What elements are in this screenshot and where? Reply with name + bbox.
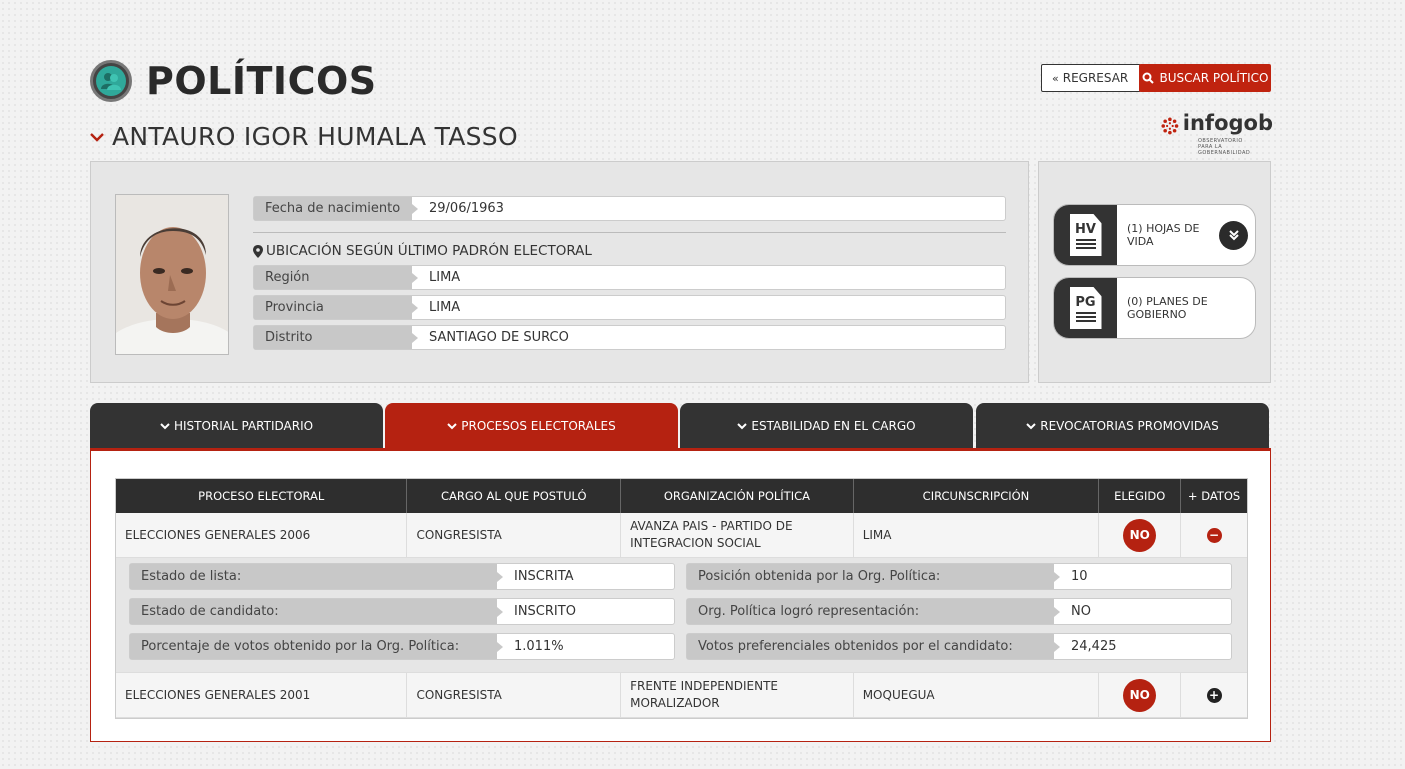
chevron-down-icon (737, 419, 748, 433)
tab-procesos-electorales[interactable]: PROCESOS ELECTORALES (385, 403, 678, 448)
politicians-icon (90, 60, 132, 102)
region-field: Región LIMA (253, 265, 1006, 290)
cell-organizacion: FRENTE INDEPENDIENTE MORALIZADOR (621, 673, 854, 717)
planes-de-gobierno-label: (0) PLANES DE GOBIERNO (1127, 295, 1208, 321)
column-header: CIRCUNSCRIPCIÓN (854, 479, 1100, 513)
back-button[interactable]: « REGRESAR (1041, 64, 1142, 92)
divider (253, 232, 1006, 233)
provincia-field: Provincia LIMA (253, 295, 1006, 320)
tab-estabilidad-en-el-cargo[interactable]: ESTABILIDAD EN EL CARGO (680, 403, 973, 448)
map-marker-icon (253, 244, 263, 258)
documents-panel: HV (1) HOJAS DE VIDA PG (0) PLANES DE GO… (1038, 161, 1271, 383)
hojas-de-vida-label: (1) HOJAS DE VIDA (1127, 222, 1200, 248)
chevron-down-icon (1026, 419, 1036, 433)
row-details-panel: Estado de lista: INSCRITA Estado de cand… (116, 558, 1247, 673)
expand-icon[interactable] (1219, 220, 1248, 250)
person-name-row: ANTAURO IGOR HUMALA TASSO (90, 122, 518, 151)
porcentaje-votos-field: Porcentaje de votos obtenido por la Org.… (129, 633, 675, 660)
representacion-field: Org. Política logró representación: NO (686, 598, 1232, 625)
table-row: ELECCIONES GENERALES 2006 CONGRESISTA AV… (116, 513, 1247, 558)
region-label: Región (254, 266, 418, 289)
table-header: PROCESO ELECTORAL CARGO AL QUE POSTULÓ O… (116, 479, 1247, 513)
birth-date-field: Fecha de nacimiento 29/06/1963 (253, 196, 1006, 221)
elected-status-badge: NO (1123, 518, 1157, 552)
estado-candidato-field: Estado de candidato: INSCRITO (129, 598, 675, 625)
posicion-field: Posición obtenida por la Org. Política: … (686, 563, 1232, 590)
cell-circunscripcion: LIMA (854, 513, 1100, 557)
chevron-down-icon (90, 127, 104, 146)
double-chevron-left-icon: « (1052, 71, 1059, 85)
tab-revocatorias-promovidas[interactable]: REVOCATORIAS PROMOVIDAS (976, 403, 1269, 448)
column-header: + DATOS (1187, 489, 1241, 503)
birth-date-value: 29/06/1963 (429, 201, 504, 216)
document-pg-icon: PG (1054, 278, 1117, 338)
cell-elegido: NO (1099, 513, 1182, 557)
logo-word: infogob (1182, 111, 1273, 135)
electoral-processes-table: PROCESO ELECTORAL CARGO AL QUE POSTULÓ O… (115, 478, 1248, 719)
cell-datos: − (1181, 513, 1247, 557)
cell-organizacion: AVANZA PAIS - PARTIDO DE INTEGRACION SOC… (621, 513, 854, 557)
estado-lista-field: Estado de lista: INSCRITA (129, 563, 675, 590)
cell-circunscripcion: MOQUEGUA (854, 673, 1100, 717)
infogob-logo-mark (1161, 117, 1179, 135)
search-button-label: BUSCAR POLÍTICO (1159, 71, 1269, 85)
page-title: POLÍTICOS (146, 59, 377, 103)
expand-details-icon[interactable]: + (1206, 687, 1222, 703)
location-heading: UBICACIÓN SEGÚN ÚLTIMO PADRÓN ELECTORAL (253, 243, 592, 259)
back-button-label: REGRESAR (1062, 71, 1129, 85)
infogob-logo[interactable]: infogob OBSERVATORIO PARA LA GOBERNABILI… (1161, 110, 1273, 156)
column-header: CARGO AL QUE POSTULÓ (407, 479, 622, 513)
distrito-field: Distrito SANTIAGO DE SURCO (253, 325, 1006, 350)
personal-info-panel: Fecha de nacimiento 29/06/1963 UBICACIÓN… (90, 161, 1029, 383)
cell-cargo: CONGRESISTA (407, 513, 622, 557)
tab-content-procesos: PROCESO ELECTORAL CARGO AL QUE POSTULÓ O… (90, 448, 1271, 742)
chevron-down-icon (447, 419, 457, 433)
cell-elegido: NO (1099, 673, 1182, 717)
collapse-details-icon[interactable]: − (1206, 527, 1222, 543)
tab-historial-partidario[interactable]: HISTORIAL PARTIDARIO (90, 403, 383, 448)
provincia-label: Provincia (254, 296, 418, 319)
column-header: ORGANIZACIÓN POLÍTICA (621, 479, 854, 513)
planes-de-gobierno-button[interactable]: PG (0) PLANES DE GOBIERNO (1053, 277, 1256, 339)
document-hv-icon: HV (1054, 205, 1117, 265)
column-header: PROCESO ELECTORAL (116, 479, 408, 513)
page-header: POLÍTICOS (90, 58, 377, 104)
distrito-label: Distrito (254, 326, 418, 349)
distrito-value: SANTIAGO DE SURCO (429, 330, 569, 345)
table-row: ELECCIONES GENERALES 2001 CONGRESISTA FR… (116, 673, 1247, 718)
provincia-value: LIMA (429, 300, 461, 315)
elected-status-badge: NO (1123, 678, 1157, 712)
hojas-de-vida-button[interactable]: HV (1) HOJAS DE VIDA (1053, 204, 1256, 266)
cell-cargo: CONGRESISTA (407, 673, 622, 717)
cell-proceso: ELECCIONES GENERALES 2006 (116, 513, 408, 557)
chevron-down-icon (160, 419, 170, 433)
person-photo (115, 194, 229, 355)
votos-preferenciales-field: Votos preferenciales obtenidos por el ca… (686, 633, 1232, 660)
logo-subtitle: OBSERVATORIO PARA LA GOBERNABILIDAD (1198, 138, 1251, 156)
cell-proceso: ELECCIONES GENERALES 2001 (116, 673, 408, 717)
region-value: LIMA (429, 270, 461, 285)
birth-date-label: Fecha de nacimiento (254, 197, 418, 220)
search-icon (1142, 72, 1154, 84)
column-header: ELEGIDO (1099, 479, 1182, 513)
person-name: ANTAURO IGOR HUMALA TASSO (112, 122, 518, 151)
cell-datos: + (1181, 673, 1247, 717)
search-politician-button[interactable]: BUSCAR POLÍTICO (1139, 64, 1271, 92)
